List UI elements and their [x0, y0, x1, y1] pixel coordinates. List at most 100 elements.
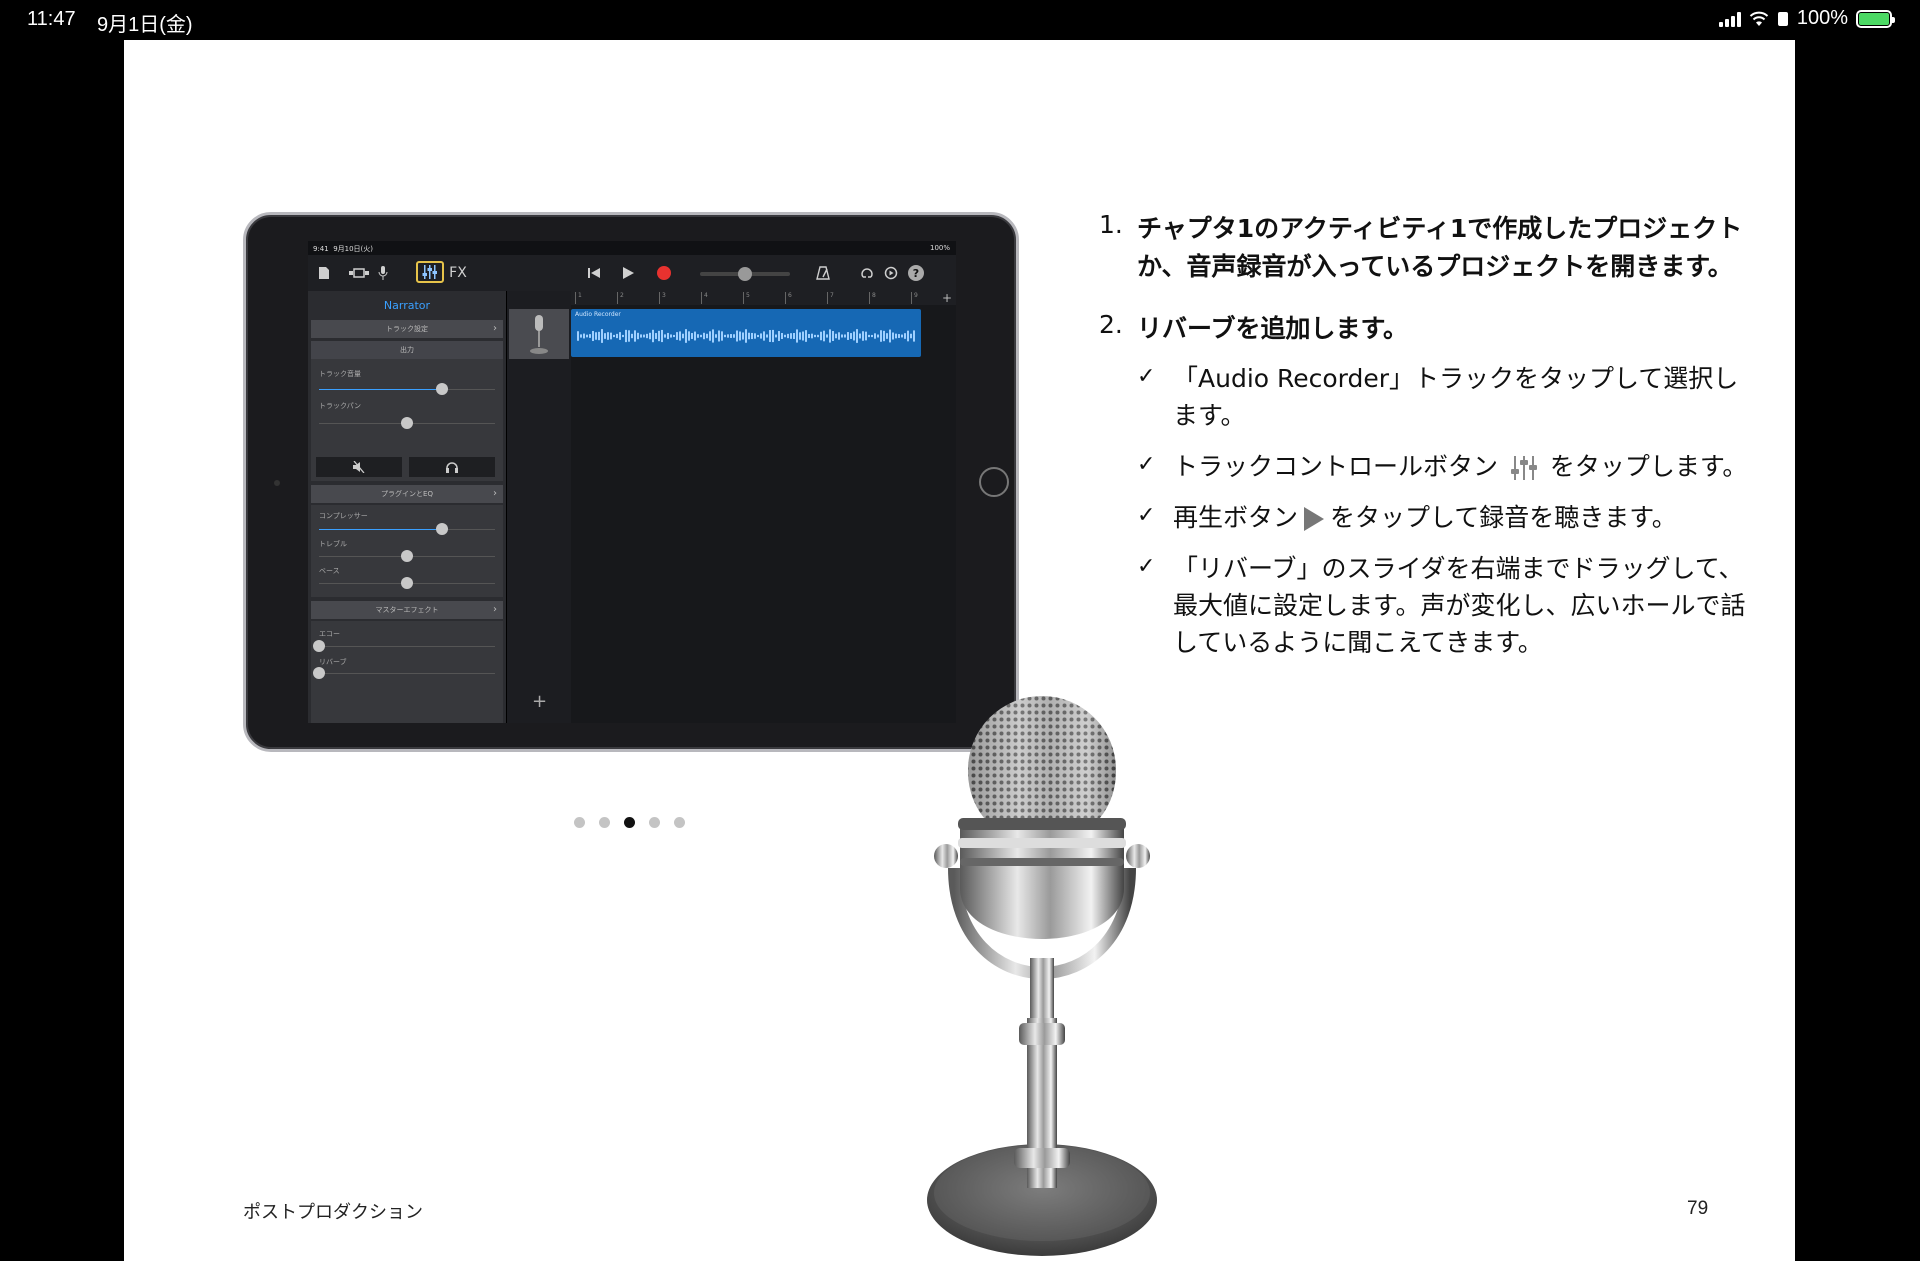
tracks-area: 1 2 3 4 5 6 7 8 9 + Audio Recorder [571, 291, 956, 723]
timeline-ruler[interactable]: 1 2 3 4 5 6 7 8 9 + [571, 291, 956, 305]
waveform-bar [622, 334, 624, 338]
record-button[interactable] [654, 263, 674, 283]
fx-button[interactable]: FX [448, 263, 468, 283]
waveform-bar [676, 332, 678, 340]
master-effect-section: エコー リバーブ [311, 621, 503, 723]
page-dot[interactable] [674, 817, 685, 828]
add-track-button[interactable]: + [507, 691, 572, 712]
waveform-bar [862, 331, 864, 341]
treble-slider[interactable] [319, 550, 495, 562]
waveform-bar [688, 331, 690, 341]
waveform-bar [625, 329, 627, 343]
waveform-bar [910, 333, 912, 339]
region-label: Audio Recorder [575, 311, 621, 318]
metronome-icon[interactable] [814, 263, 832, 283]
track-controls-icon [1510, 456, 1537, 480]
play-button[interactable] [618, 263, 638, 283]
status-date: 9月1日(金) [97, 14, 193, 36]
bass-slider[interactable] [319, 577, 495, 589]
waveform-bar [661, 329, 663, 343]
waveform-bar [745, 329, 747, 343]
waveform-bar [595, 332, 597, 340]
track-controls-button[interactable] [416, 261, 444, 283]
waveform-bar [703, 332, 705, 340]
echo-slider[interactable] [313, 640, 495, 652]
ipad-illustration: 9:41 9月10日(火) 100% FX ? Narrator トラック設定 … [243, 212, 1019, 752]
waveform-bar [847, 332, 849, 340]
waveform-bar [748, 332, 750, 340]
track-pan-label: トラックパン [319, 402, 361, 410]
substep-4: ✓ 「リバーブ」のスライダを右端までドラッグして、最大値に設定します。声が変化し… [1137, 550, 1749, 661]
eq-section: コンプレッサー トレブル ベース [311, 505, 503, 597]
waveform-bar [682, 333, 684, 339]
waveform-bar [730, 334, 732, 338]
audio-recorder-region[interactable]: Audio Recorder [571, 309, 921, 357]
waveform-bar [790, 333, 792, 339]
waveform-bar [781, 333, 783, 339]
ipad-status-date: 9月10日(火) [333, 245, 374, 253]
waveform-bar [640, 334, 642, 338]
rewind-button[interactable] [584, 263, 604, 283]
plugins-eq-row[interactable]: プラグインとEQ › [311, 485, 503, 503]
page-dot[interactable] [649, 817, 660, 828]
waveform-bar [694, 331, 696, 341]
help-icon[interactable]: ? [908, 265, 924, 281]
waveform-bar [616, 333, 618, 339]
master-effect-row[interactable]: マスターエフェクト › [311, 601, 503, 619]
camera-icon [274, 480, 280, 486]
waveform-bar [601, 329, 603, 343]
waveform-bar [604, 333, 606, 339]
ruler-mark: 8 [869, 292, 876, 304]
track-settings-row[interactable]: トラック設定 › [311, 320, 503, 338]
waveform-bar [586, 334, 588, 338]
home-button-icon [979, 467, 1009, 497]
waveform-bar [796, 329, 798, 343]
mute-solo-row [311, 453, 503, 481]
waveform-bar [868, 334, 870, 338]
waveform-bar [679, 331, 681, 341]
page-dot[interactable] [624, 817, 635, 828]
waveform-bar [589, 334, 591, 338]
output-section: 出力 トラック音量 トラックパン [311, 341, 503, 453]
compressor-slider[interactable] [319, 523, 495, 535]
waveform-bar [865, 331, 867, 341]
track-volume-slider[interactable] [319, 383, 495, 395]
waveform-bar [874, 333, 876, 339]
output-header: 出力 [311, 341, 503, 359]
ruler-add-section-button[interactable]: + [942, 291, 952, 305]
chevron-right-icon: › [493, 323, 497, 334]
waveform-bar [667, 332, 669, 340]
checkmark-icon: ✓ [1137, 364, 1156, 389]
waveform-bar [850, 333, 852, 339]
waveform-bar [685, 329, 687, 343]
loop-browser-icon[interactable] [858, 263, 876, 283]
audio-recorder-track-header[interactable] [509, 309, 569, 359]
mute-button[interactable] [316, 457, 402, 477]
page-number: 79 [1687, 1198, 1709, 1219]
waveform-bar [580, 334, 582, 338]
waveform-bar [844, 334, 846, 338]
screen-orientation-icon [1777, 11, 1788, 26]
status-right: 100% [1718, 7, 1895, 30]
microphone-illustration [927, 696, 1157, 1256]
solo-button[interactable] [409, 457, 495, 477]
reverb-slider[interactable] [313, 667, 495, 679]
track-pan-slider[interactable] [319, 417, 495, 429]
waveform-bar [709, 331, 711, 341]
settings-icon[interactable] [882, 263, 900, 283]
waveform-bar [727, 334, 729, 338]
waveform [577, 329, 915, 343]
substep-1: ✓ 「Audio Recorder」トラックをタップして選択します。 [1137, 360, 1749, 434]
waveform-bar [577, 331, 579, 341]
waveform-bar [787, 333, 789, 339]
page-indicator[interactable] [574, 817, 685, 828]
page-dot[interactable] [599, 817, 610, 828]
waveform-bar [760, 333, 762, 339]
waveform-bar [880, 330, 882, 342]
waveform-bar [793, 332, 795, 340]
waveform-bar [631, 333, 633, 339]
waveform-bar [619, 332, 621, 340]
page-dot[interactable] [574, 817, 585, 828]
waveform-bar [808, 334, 810, 338]
master-volume-slider[interactable] [700, 267, 790, 281]
